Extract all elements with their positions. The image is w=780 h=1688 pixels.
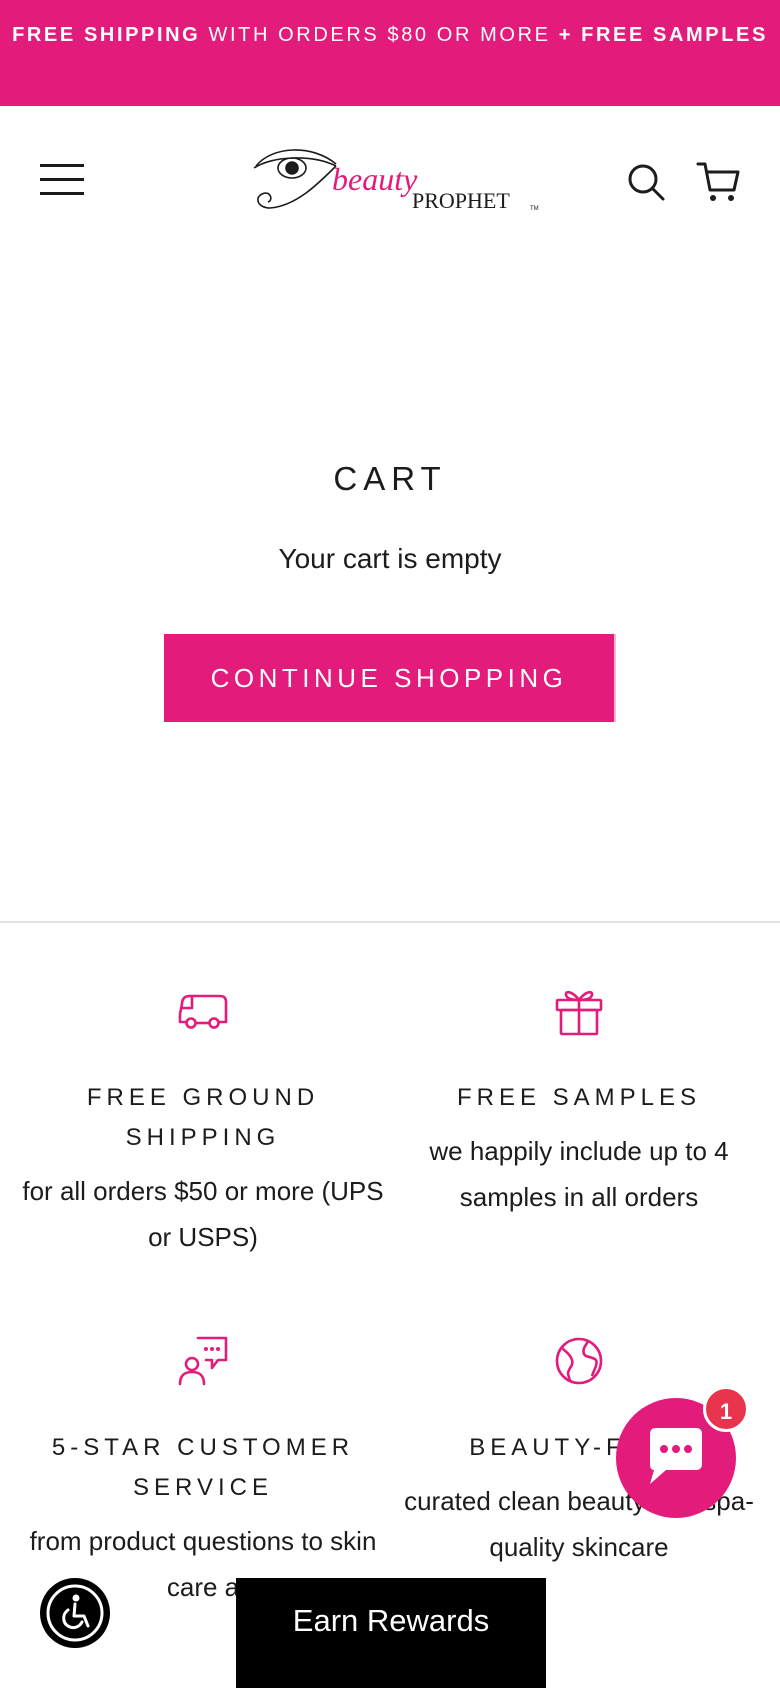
eye-icon	[253, 149, 337, 209]
search-icon	[628, 164, 665, 201]
menu-icon-bar	[40, 192, 84, 195]
feature-free-samples: FREE SAMPLES we happily include up to 4 …	[384, 984, 774, 1220]
chat-notification-badge: 1	[703, 1386, 749, 1432]
announcement-bold-2: + FREE SAMPLES	[558, 24, 768, 46]
globe-icon	[555, 1337, 603, 1385]
cart-button[interactable]	[696, 160, 740, 204]
menu-button[interactable]	[40, 164, 84, 196]
site-header: beauty PROPHET TM	[0, 106, 780, 258]
logo-script-text: beauty	[332, 161, 418, 197]
gift-icon	[555, 990, 603, 1036]
section-divider	[0, 921, 780, 923]
feature-title: 5-STAR CUSTOMER SERVICE	[51, 1434, 355, 1501]
earn-rewards-button[interactable]: Earn Rewards	[236, 1578, 546, 1688]
announcement-bold-1: FREE SHIPPING	[12, 24, 201, 46]
search-button[interactable]	[626, 162, 666, 202]
feature-title: FREE SAMPLES	[456, 1084, 702, 1111]
chat-support-icon	[178, 1336, 228, 1386]
feature-free-shipping: FREE GROUND SHIPPING for all orders $50 …	[8, 984, 398, 1260]
menu-icon	[40, 164, 84, 167]
truck-icon	[178, 994, 228, 1029]
logo-caps-text: PROPHET	[412, 188, 510, 213]
feature-customer-service: 5-STAR CUSTOMER SERVICE from product que…	[8, 1334, 398, 1610]
announcement-text: WITH ORDERS $80 OR MORE	[200, 24, 559, 46]
brand-logo[interactable]: beauty PROPHET TM	[252, 144, 542, 220]
menu-icon-bar	[40, 178, 84, 181]
continue-shopping-button[interactable]: CONTINUE SHOPPING	[164, 634, 616, 722]
empty-cart-message: Your cart is empty	[278, 543, 502, 574]
accessibility-button[interactable]	[40, 1578, 110, 1648]
feature-title: FREE GROUND SHIPPING	[86, 1084, 320, 1151]
accessibility-icon	[46, 1584, 104, 1642]
feature-description: we happily include up to 4 samples in al…	[429, 1136, 729, 1212]
feature-description: for all orders $50 or more (UPS or USPS)	[22, 1176, 384, 1252]
cart-icon	[696, 162, 740, 201]
logo-tm: TM	[530, 206, 539, 212]
announcement-bar: FREE SHIPPING WITH ORDERS $80 OR MORE + …	[0, 0, 780, 106]
page-title: CART	[333, 460, 447, 497]
